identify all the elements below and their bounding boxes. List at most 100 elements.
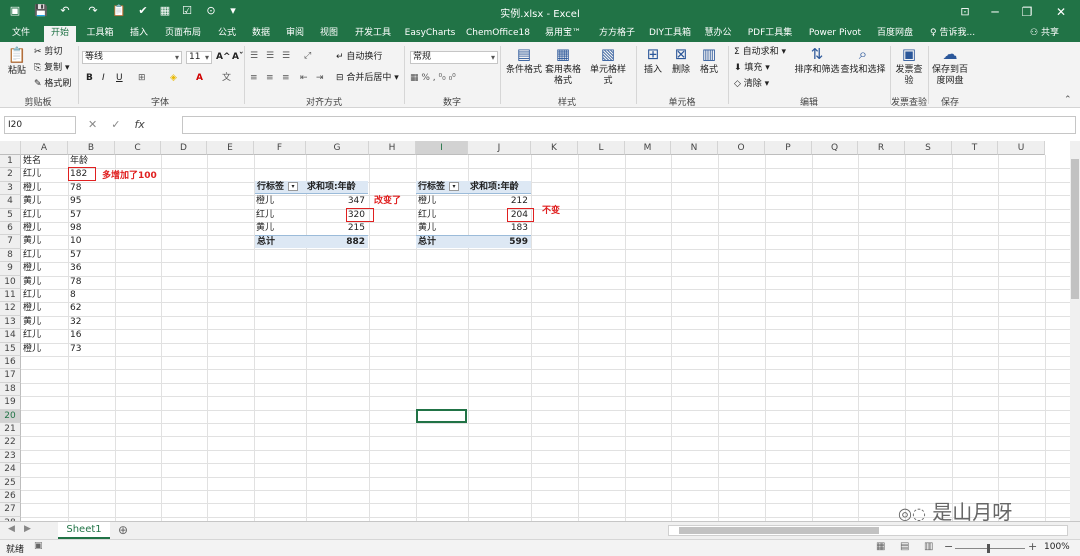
zoom-out-icon[interactable]: − [944,540,953,553]
underline-button[interactable]: U [116,72,123,84]
page-layout-view-icon[interactable]: ▤ [900,541,909,552]
cell-b13[interactable]: 32 [68,316,115,329]
zoom-slider-thumb[interactable] [987,544,990,553]
macro-record-icon[interactable]: ▣ [34,541,43,551]
column-header-i[interactable]: I [416,141,468,155]
name-box[interactable]: I20 [4,116,76,134]
row-header-13[interactable]: 13 [0,315,21,330]
tab-file[interactable]: 文件 [6,24,36,42]
shrink-font-button[interactable]: Aˇ [232,51,243,63]
restore-button[interactable]: ❐ [1012,2,1042,22]
row-header-18[interactable]: 18 [0,382,21,397]
cell-a15[interactable]: 橙儿 [21,343,68,356]
tab-yiyongbao[interactable]: 易用宝™ [540,24,586,42]
fill-color-icon[interactable]: ◈ [170,72,177,84]
cell-a3[interactable]: 橙儿 [21,182,68,195]
format-cells-button[interactable]: ▥ 格式 [696,45,722,76]
align-bottom-icon[interactable]: ☰ [282,50,290,62]
pivot2-row-label[interactable]: 橙儿 [416,195,468,208]
column-header-o[interactable]: O [718,141,765,155]
row-header-27[interactable]: 27 [0,503,21,517]
cell-b14[interactable]: 16 [68,329,115,342]
grow-font-button[interactable]: A^ [216,51,231,63]
italic-button[interactable]: I [102,72,105,84]
pivot1-row-label-header[interactable]: 行标签 ▾ [255,181,305,194]
align-left-icon[interactable]: ≡ [250,72,258,84]
pivot1-row-label[interactable]: 红儿 [254,209,306,222]
row-header-10[interactable]: 10 [0,275,21,289]
zoom-in-icon[interactable]: + [1028,540,1037,553]
pivot1-row-label[interactable]: 橙儿 [254,195,306,208]
prev-sheet-icon[interactable]: ◀ [8,524,15,534]
pivot1-row-label[interactable]: 黄儿 [254,222,306,235]
font-color-icon[interactable]: A [196,72,203,84]
delete-cells-button[interactable]: ⊠ 删除 [668,45,694,76]
tell-me-search[interactable]: ♀ 告诉我... [930,24,975,42]
tab-review[interactable]: 审阅 [280,24,310,42]
clear-button[interactable]: ◇ 清除 ▾ [734,78,769,90]
autosum-button[interactable]: Σ 自动求和 ▾ [734,46,786,58]
tab-toolbox[interactable]: 工具箱 [82,24,118,42]
cell-b11[interactable]: 8 [68,289,115,302]
format-painter-button[interactable]: ✎ 格式刷 [34,78,71,90]
pivot2-row-label[interactable]: 红儿 [416,209,468,222]
filter-dropdown-icon[interactable]: ▾ [288,182,299,191]
active-cell-i20[interactable] [416,409,467,423]
decrease-indent-icon[interactable]: ⇤ [300,72,308,84]
column-header-f[interactable]: F [254,141,306,155]
tab-pdf-tools[interactable]: PDF工具集 [744,24,796,42]
column-header-l[interactable]: L [578,141,625,155]
row-header-26[interactable]: 26 [0,490,21,504]
tab-home[interactable]: 开始 [44,24,76,42]
cell-a12[interactable]: 橙儿 [21,302,68,315]
row-header-7[interactable]: 7 [0,235,21,249]
column-header-a[interactable]: A [21,141,68,155]
save-to-baidu-button[interactable]: ☁ 保存到百度网盘 [930,45,970,87]
cell-a7[interactable]: 黄儿 [21,235,68,248]
pivot2-row-value[interactable]: 183 [468,222,531,235]
tab-baidu-netdisk[interactable]: 百度网盘 [872,24,918,42]
vertical-scroll-thumb[interactable] [1071,159,1079,299]
column-header-t[interactable]: T [952,141,998,155]
cell-a1[interactable]: 姓名 [21,155,68,168]
column-header-q[interactable]: Q [812,141,858,155]
conditional-format-button[interactable]: ▤ 条件格式 [504,45,544,76]
worksheet-grid[interactable]: ABCDEFGHIJKLMNOPQRSTU 1 2 3 4 5 6 7 8 9 10 11 12 13 1… [0,141,1070,521]
number-format-combo[interactable]: 常规 [410,51,498,64]
phonetic-icon[interactable]: 文 [222,72,231,84]
cell-a10[interactable]: 黄儿 [21,276,68,289]
pivot1-row-value[interactable]: 347 [306,195,368,208]
column-header-j[interactable]: J [468,141,531,155]
column-header-d[interactable]: D [161,141,207,155]
merge-center-button[interactable]: ⊟ 合并后居中 ▾ [336,72,399,84]
column-header-s[interactable]: S [905,141,952,155]
cut-button[interactable]: ✂ 剪切 [34,46,62,58]
invoice-check-button[interactable]: ▣ 发票查验 [894,45,924,87]
borders-icon[interactable]: ⊞ [138,72,146,84]
tab-formulas[interactable]: 公式 [212,24,242,42]
pivot2-total-row[interactable]: 总计 599 [416,235,531,248]
column-header-n[interactable]: N [671,141,718,155]
insert-cells-button[interactable]: ⊞ 插入 [640,45,666,76]
cell-b6[interactable]: 98 [68,222,115,235]
column-header-b[interactable]: B [68,141,115,155]
align-right-icon[interactable]: ≡ [282,72,290,84]
row-header-3[interactable]: 3 [0,181,21,196]
align-center-icon[interactable]: ≡ [266,72,274,84]
row-header-2[interactable]: 2 [0,168,21,182]
tab-view[interactable]: 视图 [314,24,344,42]
cell-a11[interactable]: 红儿 [21,289,68,302]
close-button[interactable]: ✕ [1046,2,1076,22]
cell-b4[interactable]: 95 [68,195,115,208]
tab-chemoffice[interactable]: ChemOffice18 [464,24,532,42]
cell-a9[interactable]: 橙儿 [21,262,68,275]
page-break-view-icon[interactable]: ▥ [924,541,933,552]
tab-fangfang[interactable]: 方方格子 [594,24,640,42]
row-header-9[interactable]: 9 [0,262,21,276]
row-header-19[interactable]: 19 [0,396,21,410]
column-header-k[interactable]: K [531,141,578,155]
wrap-text-button[interactable]: ↵ 自动换行 [336,51,382,63]
sort-filter-button[interactable]: ⇅ 排序和筛选 [794,45,840,76]
cell-b8[interactable]: 57 [68,249,115,262]
pivot1-total-row[interactable]: 总计 882 [255,235,368,248]
